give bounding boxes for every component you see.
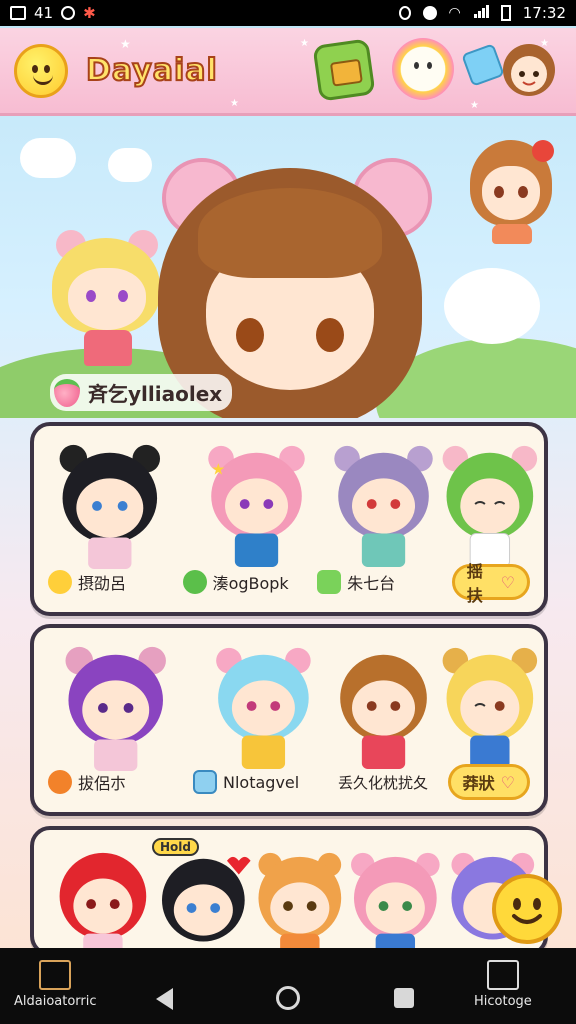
gallery-icon — [10, 6, 26, 20]
box-icon — [193, 770, 217, 794]
hero-caption-text: 斉乞ylliaolex — [88, 382, 223, 406]
treasure-chest-button[interactable] — [312, 38, 376, 102]
wifi-icon: ◠ — [448, 5, 461, 21]
heart-icon: ♡ — [500, 772, 515, 792]
alarm-icon — [422, 6, 437, 20]
panel-2-character-row — [65, 646, 538, 771]
character-purple-girl[interactable] — [65, 646, 166, 771]
cloud-decoration — [108, 148, 152, 182]
panel-2-footer-text: 丢久化枕扰夂 — [338, 773, 429, 792]
mascot-icon[interactable] — [14, 43, 68, 98]
character-redbow-girl[interactable] — [466, 136, 556, 246]
nav-right-label: Hicotoge — [474, 994, 532, 1009]
character-panel-1: ★ 摂劭呂 湊ogBopk 朱七台 揺扶 ♡ — [30, 422, 548, 616]
share-icon — [486, 960, 519, 990]
panel-2-action-button[interactable]: 莽狀 ♡ — [447, 764, 530, 800]
system-nav-bar: Aldaioatorric Hicotoge — [0, 948, 576, 1024]
recents-button[interactable] — [394, 988, 414, 1008]
svg-text:★: ★ — [211, 459, 225, 478]
character-orange-girl[interactable] — [258, 852, 342, 956]
signal-icon — [473, 4, 489, 22]
back-button[interactable] — [156, 988, 173, 1010]
panel-2-tag-2: Nlotagvel — [193, 770, 328, 794]
apple-icon — [182, 570, 207, 594]
svg-text:★: ★ — [120, 37, 131, 51]
character-pink-hair-girl[interactable] — [351, 852, 440, 956]
panel-3-character-row — [59, 852, 535, 956]
nav-left-label: Aldaioatorric — [14, 994, 97, 1009]
cloud-decoration — [444, 268, 540, 344]
orange-icon — [48, 770, 72, 794]
chick-icon — [48, 570, 72, 594]
smiley-fab-icon[interactable] — [490, 872, 564, 946]
battery-icon — [500, 5, 511, 21]
status-left-text: 41 — [34, 4, 54, 22]
panel-2-tag-1: 拔侶朩 — [48, 770, 183, 794]
app-title: Dayaial — [85, 52, 218, 89]
character-panel-3: Hold — [30, 826, 548, 956]
hero-scene: 斉乞ylliaolex — [0, 118, 576, 418]
svg-text:★: ★ — [470, 100, 479, 111]
nav-left-button[interactable]: Aldaioatorric — [14, 960, 97, 1009]
character-pink-girl[interactable]: ★ — [208, 445, 305, 568]
leaf-icon — [317, 570, 342, 594]
panel-1-footer: 摂劭呂 湊ogBopk 朱七台 揺扶 ♡ — [48, 562, 530, 605]
character-panel-2: 拔侶朩 Nlotagvel 丢久化枕扰夂 莽狀 ♡ — [30, 624, 548, 816]
svg-text:★: ★ — [300, 38, 309, 49]
character-blonde-girl[interactable] — [46, 230, 166, 370]
panel-1-action-button[interactable]: 揺扶 ♡ — [451, 562, 530, 605]
app-header: ★ ★ ★ ★ ★ Dayaial — [0, 28, 576, 116]
character-cyan-girl[interactable] — [216, 647, 311, 770]
character-black-hair-girl[interactable] — [161, 856, 251, 942]
character-red-girl[interactable] — [59, 852, 147, 956]
clock-time: 17:32 — [522, 4, 566, 22]
character-black-cat-girl[interactable] — [59, 444, 161, 569]
panel-1-tag-1: 摂劭呂 — [48, 570, 173, 594]
character-brown-boy[interactable] — [340, 654, 427, 770]
hero-caption: 斉乞ylliaolex — [50, 374, 233, 411]
panel-1-tag-3: 朱七台 — [317, 570, 442, 594]
character-green-girl[interactable] — [442, 445, 538, 568]
notification-icon: ✱ — [83, 4, 96, 22]
panel-1-tag-2: 湊ogBopk — [182, 570, 308, 594]
profile-avatar[interactable] — [498, 38, 560, 100]
panel-1-character-row: ★ — [59, 444, 538, 569]
status-bar: 41 ✱ ◠ 17:32 — [0, 0, 576, 26]
home-button[interactable] — [276, 986, 300, 1010]
nav-right-button[interactable]: Hicotoge — [474, 960, 532, 1009]
cloud-decoration — [20, 138, 76, 178]
heart-icon: ♡ — [500, 572, 515, 592]
panel-2-footer: 拔侶朩 Nlotagvel 丢久化枕扰夂 莽狀 ♡ — [48, 762, 530, 802]
vibrate-icon — [398, 6, 411, 20]
sun-mascot-button[interactable] — [392, 38, 454, 100]
character-lavender-girl[interactable] — [334, 445, 433, 568]
svg-text:★: ★ — [230, 98, 239, 109]
sync-icon — [61, 6, 76, 20]
folder-icon — [39, 960, 72, 990]
character-yellow-girl[interactable] — [442, 647, 538, 770]
strawberry-icon — [54, 378, 80, 407]
